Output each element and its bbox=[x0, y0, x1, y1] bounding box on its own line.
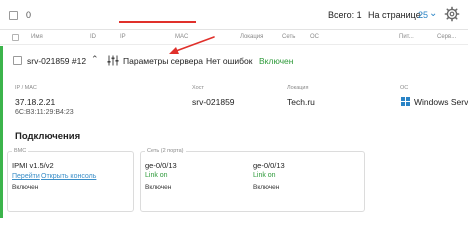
server-params-link[interactable]: Параметры сервера bbox=[123, 56, 203, 66]
connections-title: Подключения bbox=[15, 131, 81, 142]
table-header: Имя ID IP MAC Локация Сеть ОС Пит... Сер… bbox=[0, 31, 468, 45]
port-name: ge-0/0/13 bbox=[253, 161, 285, 170]
column-location[interactable]: Локация bbox=[240, 34, 263, 40]
host-label: Хост bbox=[192, 85, 204, 91]
column-os[interactable]: ОС bbox=[310, 34, 319, 40]
list-toolbar: 0 Всего: 1 На странице: 25 ⌄ bbox=[0, 0, 468, 30]
column-network[interactable]: Сеть bbox=[282, 34, 295, 40]
network-card: Сеть (2 порта) ge-0/0/13 Link on Включен… bbox=[140, 148, 365, 212]
errors-status: Нет ошибок bbox=[206, 56, 253, 66]
header-checkbox[interactable] bbox=[12, 34, 19, 41]
ip-mac-label: IP / MAC bbox=[15, 85, 37, 91]
chevron-down-icon[interactable]: ⌄ bbox=[429, 8, 437, 19]
port-status: Включен bbox=[145, 184, 172, 191]
sliders-icon[interactable] bbox=[107, 55, 119, 66]
port-status: Включен bbox=[253, 184, 280, 191]
bmc-title: BMC bbox=[12, 148, 29, 154]
row-checkbox[interactable] bbox=[13, 56, 22, 65]
location-value: Tech.ru bbox=[287, 97, 315, 107]
column-mac[interactable]: MAC bbox=[175, 34, 188, 40]
server-name[interactable]: srv-021859 #12 bbox=[27, 56, 86, 66]
bmc-status: Включен bbox=[12, 184, 39, 191]
column-power[interactable]: Пит... bbox=[399, 34, 414, 40]
bmc-console-link[interactable]: Открыть консоль bbox=[41, 173, 96, 180]
port-link-status: Link on bbox=[253, 172, 276, 179]
ip-value: 37.18.2.21 bbox=[15, 97, 56, 107]
column-server[interactable]: Серв... bbox=[437, 34, 456, 40]
annotation-underline bbox=[119, 21, 196, 23]
column-name[interactable]: Имя bbox=[31, 34, 43, 40]
bmc-card: BMC IPMI v1.5/v2 Перейти Открыть консоль… bbox=[7, 148, 134, 212]
gear-icon[interactable] bbox=[444, 6, 460, 22]
host-value: srv-021859 bbox=[192, 97, 235, 107]
chevron-up-icon[interactable]: ⌃ bbox=[91, 54, 99, 65]
server-row: srv-021859 #12 ⌃ Параметры сервера Нет о… bbox=[0, 46, 468, 218]
column-ip[interactable]: IP bbox=[120, 34, 126, 40]
location-label: Локация bbox=[287, 85, 309, 91]
per-page-select[interactable]: 25 bbox=[418, 10, 428, 20]
power-status: Включен bbox=[259, 56, 294, 66]
column-id[interactable]: ID bbox=[90, 34, 96, 40]
selected-count: 0 bbox=[26, 10, 32, 20]
bmc-goto-link[interactable]: Перейти bbox=[12, 173, 40, 180]
os-value: Windows Server bbox=[414, 97, 468, 107]
windows-icon bbox=[401, 97, 410, 106]
total-count: Всего: 1 bbox=[328, 10, 362, 20]
per-page-label: На странице: bbox=[368, 10, 424, 20]
port-name: ge-0/0/13 bbox=[145, 161, 177, 170]
select-all-checkbox[interactable] bbox=[9, 11, 18, 20]
port-link-status: Link on bbox=[145, 172, 168, 179]
os-label: ОС bbox=[400, 85, 409, 91]
network-title: Сеть (2 порта) bbox=[145, 148, 186, 154]
mac-value: 6C:B3:11:29:B4:23 bbox=[15, 109, 74, 116]
bmc-name: IPMI v1.5/v2 bbox=[12, 161, 54, 170]
